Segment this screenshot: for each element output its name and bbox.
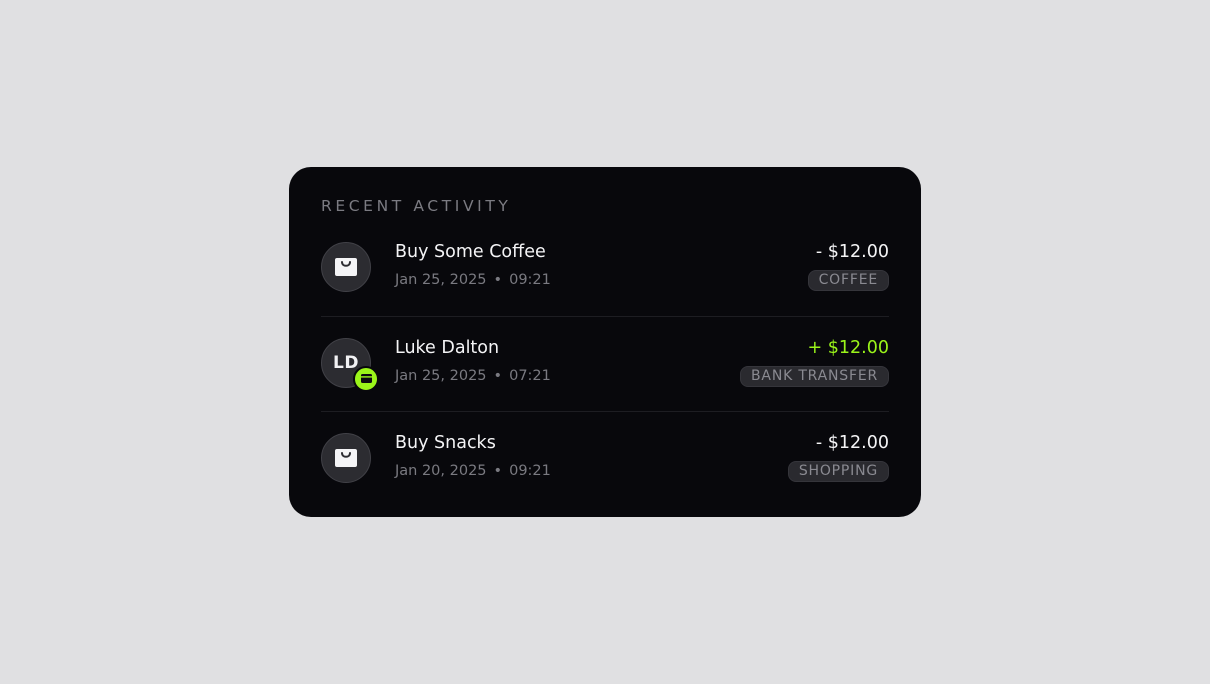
transaction-amount: - $12.00: [815, 242, 889, 262]
transaction-row-coffee[interactable]: Buy Some Coffee Jan 25, 2025 • 09:21 - $12…: [321, 221, 889, 317]
transaction-name: Buy Some Coffee: [395, 242, 546, 262]
transaction-time: 09:21: [509, 463, 551, 479]
transaction-info: Buy Some Coffee Jan 25, 2025 • 09:21: [395, 241, 551, 289]
transaction-datetime: Jan 20, 2025 • 09:21: [395, 462, 551, 480]
card-badge: [353, 365, 379, 392]
separator-dot: •: [493, 463, 503, 479]
card-title: RECENT ACTIVITY: [321, 197, 512, 215]
transaction-name: Buy Snacks: [395, 433, 496, 453]
transaction-date: Jan 20, 2025: [395, 463, 487, 479]
transaction-amount: + $12.00: [807, 337, 889, 358]
transaction-amount-block: + $12.00 BANK TRANSFER: [740, 337, 889, 387]
recent-activity-card: RECENT ACTIVITY Buy Some Coffee Jan 25, …: [289, 167, 921, 517]
transaction-info: Luke Dalton Jan 25, 2025 • 07:21: [395, 337, 551, 385]
category-tag: COFFEE: [807, 270, 889, 291]
transaction-datetime: Jan 25, 2025 • 07:21: [395, 367, 551, 385]
transaction-row-snacks[interactable]: Buy Snacks Jan 20, 2025 • 09:21 - $12.00 S…: [321, 412, 889, 507]
transaction-amount-block: - $12.00 COFFEE: [807, 241, 889, 291]
avatar-initials: LD: [333, 352, 359, 373]
transaction-info: Buy Snacks Jan 20, 2025 • 09:21: [395, 432, 551, 480]
shopping-bag-icon: [335, 449, 357, 467]
category-tag: SHOPPING: [787, 461, 889, 482]
transaction-time: 07:21: [509, 367, 551, 384]
category-tag: BANK TRANSFER: [740, 365, 889, 387]
separator-dot: •: [493, 272, 503, 288]
transaction-icon-container: [321, 433, 371, 483]
transaction-amount: - $12.00: [815, 433, 889, 453]
transaction-time: 09:21: [509, 272, 551, 288]
transaction-amount-block: - $12.00 SHOPPING: [787, 432, 889, 482]
transaction-list: Buy Some Coffee Jan 25, 2025 • 09:21 - $12…: [321, 221, 889, 507]
transaction-date: Jan 25, 2025: [395, 367, 487, 384]
transaction-icon-container: [321, 242, 371, 292]
transaction-date: Jan 25, 2025: [395, 272, 487, 288]
shopping-bag-icon: [335, 258, 357, 276]
transaction-datetime: Jan 25, 2025 • 09:21: [395, 271, 551, 289]
card-icon: [360, 374, 372, 383]
transaction-row-luke-dalton[interactable]: LD Luke Dalton Jan 25, 2025 • 07:21 + $12.…: [321, 317, 889, 412]
separator-dot: •: [493, 367, 503, 384]
transaction-name: Luke Dalton: [395, 337, 500, 358]
